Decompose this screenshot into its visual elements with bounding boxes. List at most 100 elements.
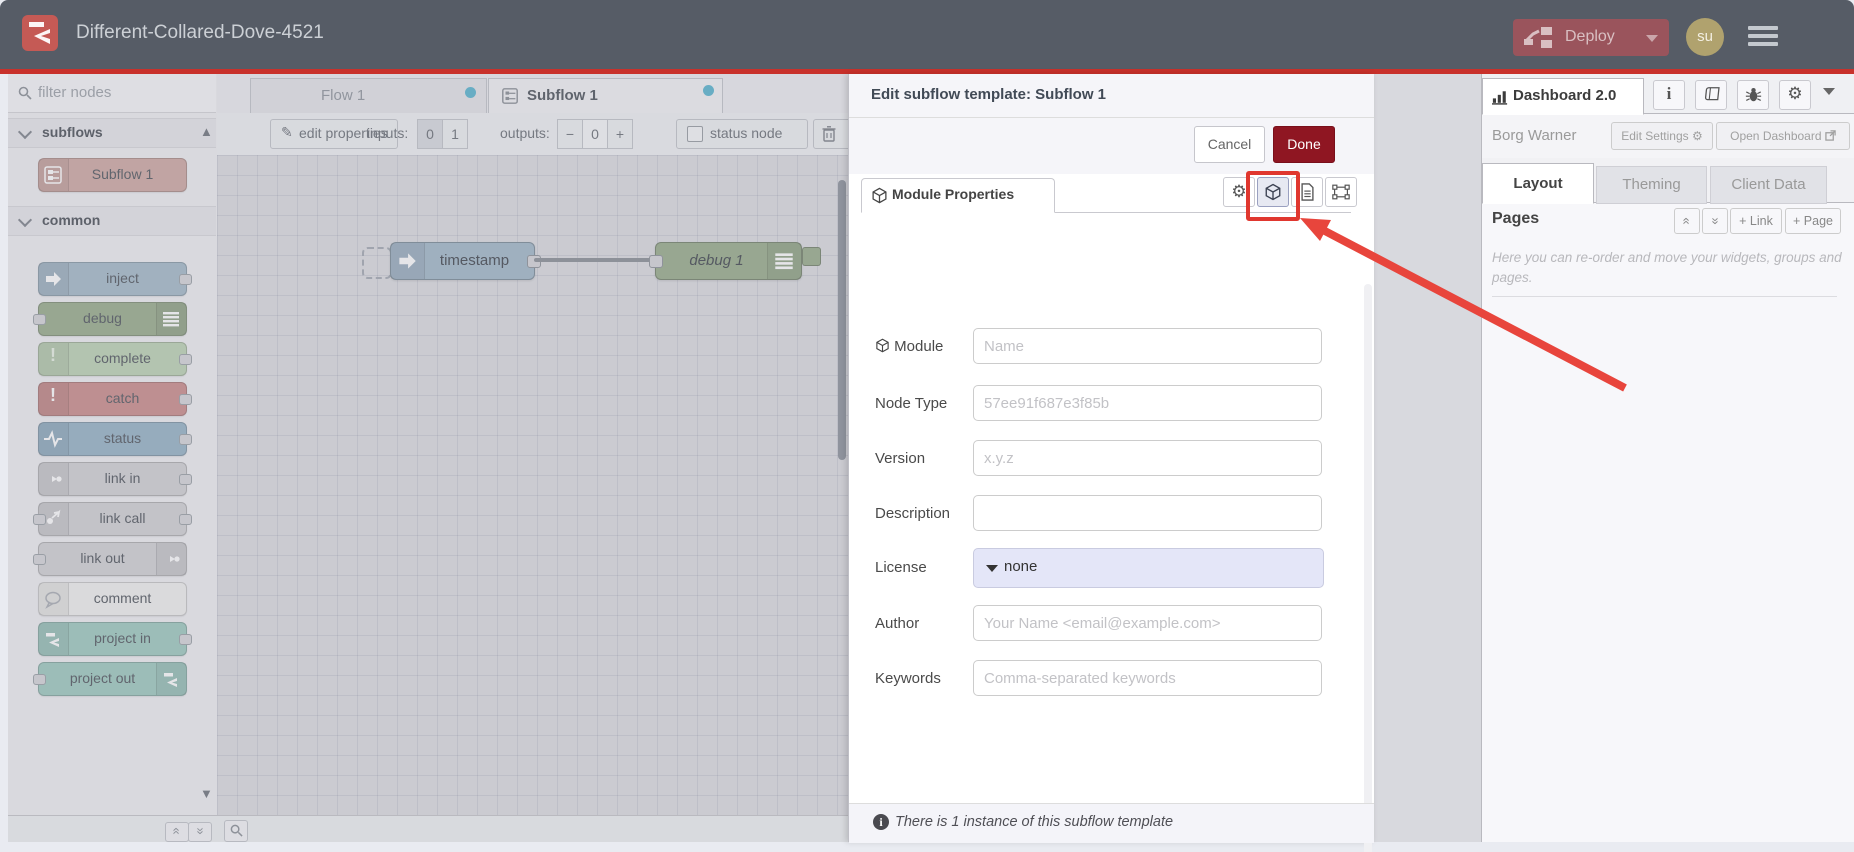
help-tab-button[interactable]: [1695, 80, 1727, 110]
flowfuse-logo-icon: [22, 15, 58, 51]
tab-layout[interactable]: Layout: [1482, 163, 1594, 204]
palette-filter[interactable]: filter nodes: [8, 74, 216, 113]
status-icon: [39, 423, 69, 455]
tab-dashboard-2[interactable]: Dashboard 2.0: [1482, 78, 1644, 115]
appearance-tab-button[interactable]: [1325, 177, 1357, 207]
vertical-scrollbar-thumb[interactable]: [838, 180, 846, 460]
tab-client-data[interactable]: Client Data: [1710, 166, 1827, 204]
cube-icon: [876, 338, 889, 353]
flow-node-debug1[interactable]: debug 1: [649, 242, 821, 280]
deploy-button[interactable]: Deploy: [1513, 19, 1669, 56]
palette-node-subflow[interactable]: Subflow 1: [38, 158, 187, 192]
status-node-toggle[interactable]: status node: [676, 119, 808, 149]
author-label: Author: [875, 615, 920, 632]
deploy-caret-icon[interactable]: [1646, 35, 1658, 42]
user-avatar[interactable]: su: [1686, 18, 1724, 56]
palette-node-project-out[interactable]: project out: [33, 662, 187, 696]
node-port: [179, 634, 192, 645]
project-name: Borg Warner: [1492, 127, 1577, 144]
trash-icon: [822, 126, 836, 142]
description-input[interactable]: [973, 495, 1322, 531]
palette-node-status[interactable]: status: [38, 422, 192, 456]
edit-settings-button[interactable]: Edit Settings ⚙: [1611, 122, 1713, 150]
link-in-icon: [39, 463, 69, 495]
author-input[interactable]: [973, 605, 1322, 641]
chevron-up-icon: «: [1679, 217, 1695, 225]
license-select[interactable]: none: [973, 548, 1324, 588]
node-port: [179, 274, 192, 285]
status-node-checkbox[interactable]: [687, 126, 703, 142]
tab-subflow1[interactable]: Subflow 1: [488, 78, 723, 114]
bar-chart-icon: [1492, 91, 1508, 105]
subflow-tab-icon: [502, 88, 518, 104]
palette-scroll-up-icon[interactable]: ▲: [200, 124, 213, 139]
sidebar-tabbar: Dashboard 2.0 i ⚙: [1482, 74, 1854, 115]
tab-theming[interactable]: Theming: [1596, 166, 1707, 204]
gear-icon: ⚙: [1787, 84, 1803, 104]
palette-node-inject[interactable]: inject: [38, 262, 192, 296]
version-input[interactable]: [973, 440, 1322, 476]
config-tab-button[interactable]: ⚙: [1779, 80, 1811, 110]
comment-icon: [39, 583, 69, 615]
palette-collapse-all-button[interactable]: «: [165, 822, 189, 842]
tab-module-properties[interactable]: Module Properties: [861, 178, 1055, 213]
palette-filter-placeholder: filter nodes: [38, 84, 112, 101]
expand-all-button[interactable]: «: [1702, 208, 1728, 234]
debug-tab-button[interactable]: [1737, 80, 1769, 110]
canvas-search-button[interactable]: [224, 820, 248, 842]
cancel-button[interactable]: Cancel: [1194, 126, 1265, 163]
tab-flow1[interactable]: Flow 1: [250, 78, 487, 114]
palette-node-catch[interactable]: ! catch: [38, 382, 192, 416]
inject-trigger-button[interactable]: [362, 247, 392, 279]
palette-node-link-in[interactable]: link in: [38, 462, 192, 496]
add-link-button[interactable]: + Link: [1730, 208, 1782, 234]
debug-sidebar-toggle[interactable]: [802, 247, 821, 266]
inputs-count-1[interactable]: 1: [442, 119, 468, 149]
shaded-gap: [1373, 74, 1481, 842]
dialog-scrollbar[interactable]: [1364, 284, 1372, 852]
divider: [1492, 296, 1837, 297]
node-port: [33, 314, 46, 325]
palette-node-comment[interactable]: comment: [38, 582, 187, 616]
inputs-count-0[interactable]: 0: [417, 119, 443, 149]
palette-expand-all-button[interactable]: «: [188, 822, 212, 842]
keywords-input[interactable]: [973, 660, 1322, 696]
version-label: Version: [875, 450, 926, 467]
palette-node-complete[interactable]: ! complete: [38, 342, 192, 376]
wire: [534, 258, 656, 262]
palette-scroll-down-icon[interactable]: ▼: [200, 786, 213, 801]
external-link-icon: [1825, 130, 1836, 141]
node-port: [179, 474, 192, 485]
node-port: [33, 674, 46, 685]
palette-node-link-call[interactable]: link call: [33, 502, 192, 536]
deploy-icon: [1523, 27, 1552, 48]
outputs-count[interactable]: 0: [582, 119, 608, 149]
cube-icon: [872, 187, 887, 204]
book-icon: [1704, 87, 1720, 101]
input-port[interactable]: [649, 255, 663, 268]
dialog-title: Edit subflow template: Subflow 1: [871, 86, 1107, 103]
main-menu-button[interactable]: [1748, 22, 1778, 50]
catch-icon: !: [39, 383, 69, 415]
palette-node-debug[interactable]: debug: [33, 302, 187, 336]
flow-node-timestamp[interactable]: timestamp: [390, 242, 541, 280]
palette-section-subflows[interactable]: subflows: [8, 118, 216, 148]
done-button[interactable]: Done: [1273, 126, 1335, 163]
app-window: Different-Collared-Dove-4521 Deploy su f…: [0, 0, 1854, 852]
keywords-label: Keywords: [875, 670, 941, 687]
node-type-input[interactable]: [973, 385, 1322, 421]
object-group-icon: [1332, 184, 1350, 200]
outputs-plus-button[interactable]: +: [607, 119, 633, 149]
add-page-button[interactable]: + Page: [1785, 208, 1841, 234]
info-tab-button[interactable]: i: [1653, 80, 1685, 110]
palette-section-common[interactable]: common: [8, 206, 216, 236]
module-input[interactable]: [973, 328, 1322, 364]
palette-node-link-out[interactable]: link out: [33, 542, 187, 576]
outputs-minus-button[interactable]: −: [557, 119, 583, 149]
collapse-all-button[interactable]: «: [1674, 208, 1700, 234]
bottom-frame: [0, 842, 1854, 852]
pages-hint-text: Here you can re-order and move your widg…: [1492, 250, 1842, 286]
palette-node-project-in[interactable]: project in: [38, 622, 192, 656]
open-dashboard-button[interactable]: Open Dashboard: [1716, 122, 1850, 150]
sidebar-menu-caret-icon[interactable]: [1823, 88, 1835, 95]
